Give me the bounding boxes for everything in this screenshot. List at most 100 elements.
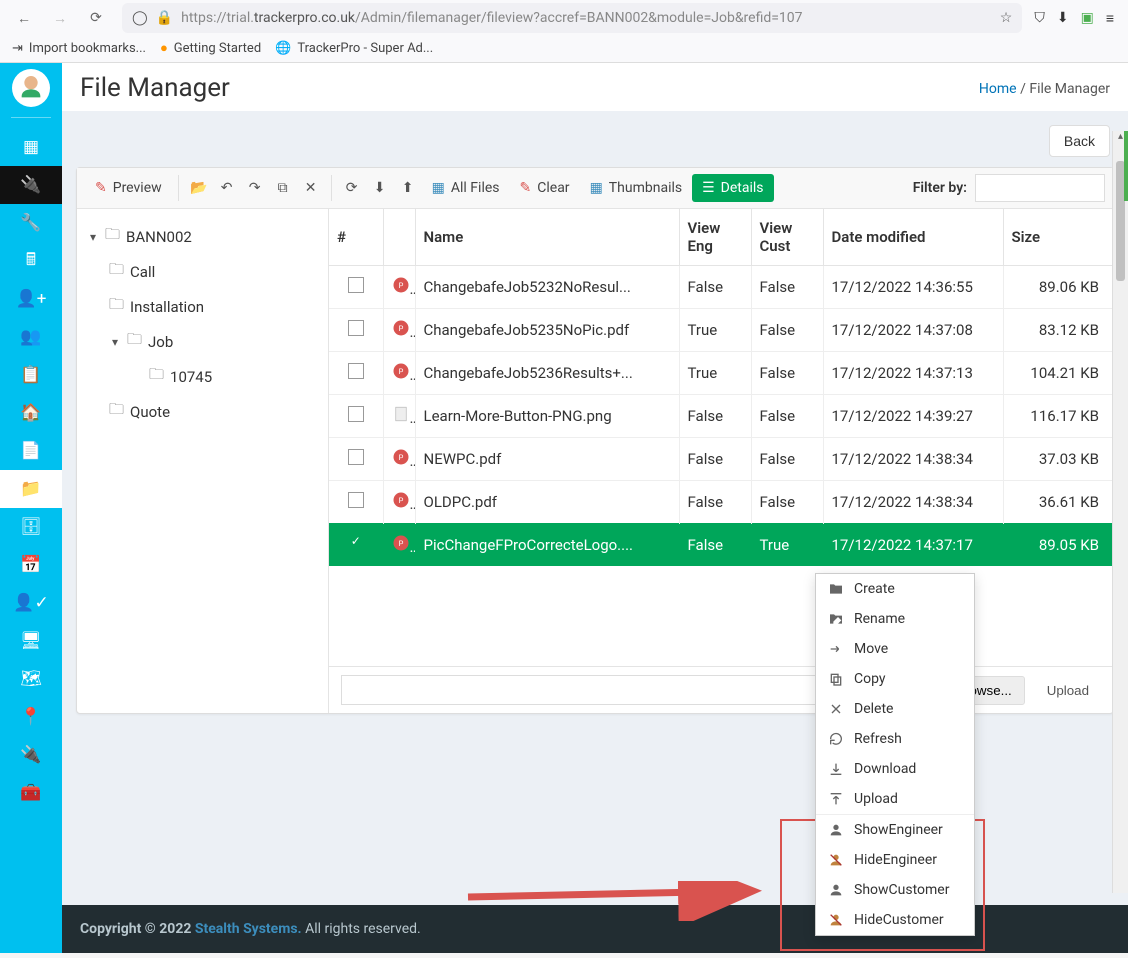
extension-icon[interactable]: ▣ (1081, 10, 1094, 26)
nav-plug2-icon[interactable]: 🔌 (0, 736, 62, 774)
details-button[interactable]: ☰Details (692, 174, 773, 202)
nav-user-add-icon[interactable]: 👤+ (0, 280, 62, 318)
delete-icon[interactable]: ✕ (297, 174, 325, 202)
nav-toolbox-icon[interactable]: 🧰 (0, 774, 62, 812)
preview-button[interactable]: ✎Preview (85, 174, 172, 202)
avatar[interactable] (12, 69, 50, 107)
clear-button[interactable]: ✎Clear (510, 174, 580, 202)
url-bar[interactable]: ◯ 🔒 https://trial.trackerpro.co.uk/Admin… (122, 3, 1022, 33)
nav-server-icon[interactable]: 🗄 (0, 508, 62, 546)
nav-folder-icon[interactable]: 📁 (0, 470, 62, 508)
view-eng-cell: True (679, 352, 751, 395)
tree-root[interactable]: ▾🗀BANN002 (83, 219, 322, 254)
file-name[interactable]: Learn-More-Button-PNG.png (415, 395, 679, 438)
nav-calculator-icon[interactable]: 🖩 (0, 242, 62, 280)
new-folder-icon[interactable]: 📂 (185, 174, 213, 202)
vertical-scrollbar[interactable]: ▴ (1112, 131, 1128, 893)
copy-icon[interactable]: ⧉ (269, 174, 297, 202)
table-row[interactable]: PNEWPC.pdfFalseFalse17/12/2022 14:38:343… (329, 438, 1113, 481)
table-row[interactable]: PChangebafeJob5235NoPic.pdfTrueFalse17/1… (329, 309, 1113, 352)
ctx-move[interactable]: Move (816, 634, 974, 664)
nav-home-icon[interactable]: 🏠 (0, 394, 62, 432)
filter-input[interactable] (975, 174, 1105, 202)
back-button[interactable]: Back (1049, 125, 1110, 157)
nav-file-icon[interactable]: 📄 (0, 432, 62, 470)
pocket-icon[interactable]: ⛉ (1034, 10, 1045, 26)
tree-call[interactable]: 🗀Call (83, 254, 322, 289)
nav-users-icon[interactable]: 👥 (0, 318, 62, 356)
tree-job[interactable]: ▾🗀Job (83, 324, 322, 359)
allfiles-button[interactable]: ▦All Files (422, 174, 510, 202)
bookmark-import[interactable]: ⇥Import bookmarks... (12, 41, 146, 56)
file-type-icon: P (383, 352, 415, 395)
view-eng-cell: False (679, 395, 751, 438)
file-name[interactable]: ChangebafeJob5236Results+... (415, 352, 679, 395)
undo-icon[interactable]: ↶ (213, 174, 241, 202)
thumbnails-button[interactable]: ▦Thumbnails (580, 174, 693, 202)
ctx-upload[interactable]: Upload (816, 784, 974, 814)
file-name[interactable]: NEWPC.pdf (415, 438, 679, 481)
ctx-refresh[interactable]: Refresh (816, 724, 974, 754)
table-row[interactable]: POLDPC.pdfFalseFalse17/12/2022 14:38:343… (329, 481, 1113, 524)
nav-marker-icon[interactable]: 📍 (0, 698, 62, 736)
ctx-hidecustomer[interactable]: HideCustomer (816, 905, 974, 935)
file-name[interactable]: ChangebafeJob5235NoPic.pdf (415, 309, 679, 352)
nav-back-icon[interactable]: ← (10, 4, 38, 32)
ctx-rename[interactable]: Rename (816, 604, 974, 634)
lock-icon: 🔒 (156, 10, 173, 26)
ctx-download[interactable]: Download (816, 754, 974, 784)
ctx-delete[interactable]: Delete (816, 694, 974, 724)
table-row[interactable]: PPicChangeFProCorrecteLogo....FalseTrue1… (329, 524, 1113, 567)
star-icon[interactable]: ☆ (1000, 10, 1013, 26)
table-row[interactable]: Learn-More-Button-PNG.pngFalseFalse17/12… (329, 395, 1113, 438)
file-name[interactable]: OLDPC.pdf (415, 481, 679, 524)
nav-map-icon[interactable]: 🗺 (0, 660, 62, 698)
nav-dashboard-icon[interactable]: ▦ (0, 128, 62, 166)
file-name[interactable]: ChangebafeJob5232NoResul... (415, 266, 679, 309)
table-row[interactable]: PChangebafeJob5232NoResul...FalseFalse17… (329, 266, 1113, 309)
col-size[interactable]: Size (1003, 209, 1113, 266)
row-checkbox[interactable] (348, 449, 364, 465)
upload-icon[interactable]: ⬆ (394, 174, 422, 202)
row-checkbox[interactable] (348, 492, 364, 508)
breadcrumb-home[interactable]: Home (979, 81, 1017, 97)
footer-company-link[interactable]: Stealth Systems. (195, 921, 302, 937)
menu-icon[interactable]: ≡ (1106, 10, 1114, 27)
refresh-icon[interactable]: ⟳ (338, 174, 366, 202)
nav-plug-icon[interactable]: 🔌 (0, 166, 62, 204)
ctx-showengineer[interactable]: ShowEngineer (816, 815, 974, 845)
svg-text:P: P (398, 281, 403, 290)
file-name[interactable]: PicChangeFProCorrecteLogo.... (415, 524, 679, 567)
row-checkbox[interactable] (348, 535, 364, 551)
tree-quote[interactable]: 🗀Quote (83, 394, 322, 429)
nav-usercheck-icon[interactable]: 👤✓ (0, 584, 62, 622)
redo-icon[interactable]: ↷ (241, 174, 269, 202)
row-checkbox[interactable] (348, 406, 364, 422)
row-checkbox[interactable] (348, 363, 364, 379)
tree-installation[interactable]: 🗀Installation (83, 289, 322, 324)
nav-reload-icon[interactable]: ⟳ (82, 4, 110, 32)
bookmark-trackerpro[interactable]: 🌐TrackerPro - Super Ad... (275, 41, 433, 56)
nav-clipboard-icon[interactable]: 📋 (0, 356, 62, 394)
col-viewcust[interactable]: View Cust (751, 209, 823, 266)
col-name[interactable]: Name (415, 209, 679, 266)
nav-monitor-icon[interactable]: 🖥 (0, 622, 62, 660)
bookmark-getting-started[interactable]: ●Getting Started (160, 40, 261, 56)
ctx-copy[interactable]: Copy (816, 664, 974, 694)
row-checkbox[interactable] (348, 320, 364, 336)
col-vieweng[interactable]: View Eng (679, 209, 751, 266)
download-icon[interactable]: ⬇ (1057, 10, 1069, 26)
download-icon[interactable]: ⬇ (366, 174, 394, 202)
col-checkbox[interactable]: # (329, 209, 383, 266)
col-date[interactable]: Date modified (823, 209, 1003, 266)
nav-calendar-icon[interactable]: 📅 (0, 546, 62, 584)
breadcrumb: Home / File Manager (979, 81, 1110, 97)
tree-jobnum[interactable]: 🗀10745 (83, 359, 322, 394)
ctx-hideengineer[interactable]: HideEngineer (816, 845, 974, 875)
ctx-showcustomer[interactable]: ShowCustomer (816, 875, 974, 905)
upload-button[interactable]: Upload (1035, 677, 1101, 704)
nav-wrench-icon[interactable]: 🔧 (0, 204, 62, 242)
row-checkbox[interactable] (348, 277, 364, 293)
table-row[interactable]: PChangebafeJob5236Results+...TrueFalse17… (329, 352, 1113, 395)
ctx-create[interactable]: Create (816, 574, 974, 604)
